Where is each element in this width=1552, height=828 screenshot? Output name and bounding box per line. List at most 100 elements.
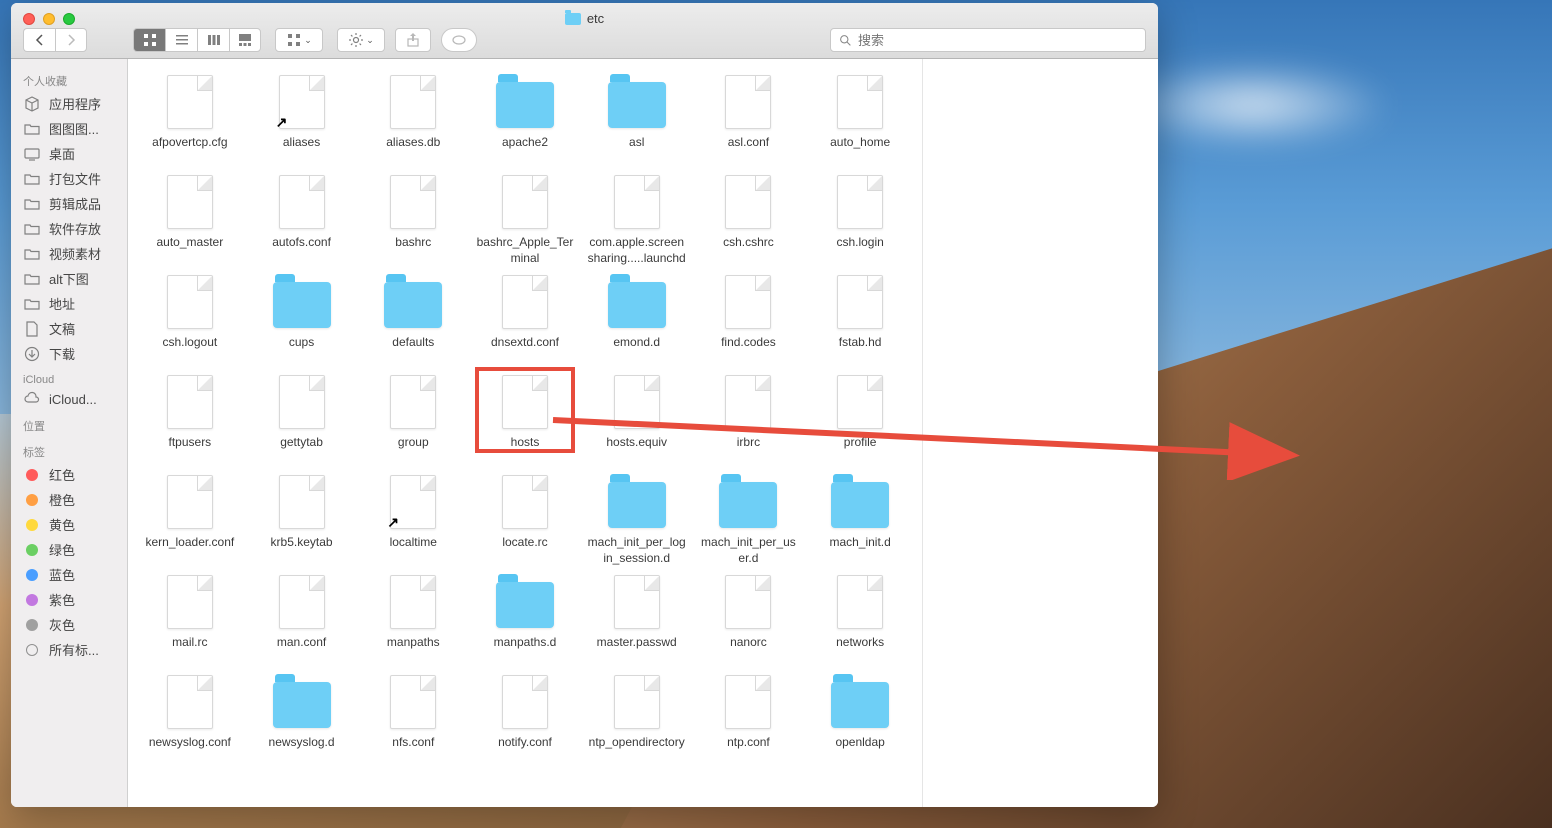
file-item[interactable]: gettytab [246,371,358,471]
sidebar-item[interactable]: 文稿 [11,316,127,341]
folder-icon [831,682,889,728]
share-button[interactable] [395,28,431,52]
gallery-view-button[interactable] [229,28,261,52]
file-item[interactable]: nanorc [693,571,805,671]
file-item[interactable]: kern_loader.conf [134,471,246,571]
sidebar-item[interactable]: iCloud... [11,388,127,410]
file-item[interactable]: ↗aliases [246,71,358,171]
tag-dot-icon [23,467,41,483]
file-label: locate.rc [502,535,547,567]
file-item[interactable]: bashrc [357,171,469,271]
search-input[interactable] [858,33,1137,48]
document-icon [390,75,436,129]
sidebar-item[interactable]: 软件存放 [11,216,127,241]
file-item[interactable]: man.conf [246,571,358,671]
document-icon [502,175,548,229]
file-item[interactable]: cups [246,271,358,371]
column-view-button[interactable] [197,28,229,52]
file-item[interactable]: newsyslog.d [246,671,358,771]
file-item[interactable]: defaults [357,271,469,371]
forward-button[interactable] [55,28,87,52]
file-item[interactable]: hosts [469,371,581,471]
tags-button[interactable] [441,28,477,52]
file-item[interactable]: mach_init.d [804,471,916,571]
sidebar-tag[interactable]: 灰色 [11,612,127,637]
arrange-button[interactable]: ⌄ [275,28,323,52]
file-item[interactable]: profile [804,371,916,471]
sidebar-item[interactable]: 打包文件 [11,166,127,191]
file-item[interactable]: notify.conf [469,671,581,771]
file-item[interactable]: locate.rc [469,471,581,571]
sidebar-tag[interactable]: 橙色 [11,487,127,512]
list-view-button[interactable] [165,28,197,52]
file-label: mach_init.d [829,535,890,567]
file-item[interactable]: dnsextd.conf [469,271,581,371]
tag-dot-icon [23,517,41,533]
file-label: bashrc_Apple_Terminal [475,235,575,267]
sidebar-tag[interactable]: 蓝色 [11,562,127,587]
file-item[interactable]: networks [804,571,916,671]
file-item[interactable]: aliases.db [357,71,469,171]
file-item[interactable]: afpovertcp.cfg [134,71,246,171]
file-item[interactable]: asl [581,71,693,171]
tag-dot-icon [23,567,41,583]
document-icon [837,575,883,629]
preview-pane [922,59,1158,807]
sidebar-item[interactable]: 下载 [11,341,127,366]
file-item[interactable]: manpaths.d [469,571,581,671]
sidebar-item[interactable]: 桌面 [11,141,127,166]
file-item[interactable]: apache2 [469,71,581,171]
sidebar-item-label: 应用程序 [49,94,101,113]
file-item[interactable]: find.codes [693,271,805,371]
document-icon [837,375,883,429]
sidebar-item[interactable]: 剪辑成品 [11,191,127,216]
sidebar-item[interactable]: 应用程序 [11,91,127,116]
file-item[interactable]: master.passwd [581,571,693,671]
file-item[interactable]: manpaths [357,571,469,671]
file-item[interactable]: mail.rc [134,571,246,671]
file-item[interactable]: com.apple.screensharing.....launchd [581,171,693,271]
file-item[interactable]: auto_master [134,171,246,271]
sidebar-item[interactable]: alt下图 [11,266,127,291]
sidebar-tag[interactable]: 绿色 [11,537,127,562]
search-box[interactable] [830,28,1146,52]
file-item[interactable]: ntp_opendirectory [581,671,693,771]
sidebar-tag[interactable]: 红色 [11,462,127,487]
file-item[interactable]: mach_init_per_user.d [693,471,805,571]
title-text: etc [587,11,604,26]
file-item[interactable]: asl.conf [693,71,805,171]
sidebar-tag[interactable]: 黄色 [11,512,127,537]
sidebar-all-tags[interactable]: 所有标... [11,637,127,662]
file-item[interactable]: irbrc [693,371,805,471]
file-item[interactable]: bashrc_Apple_Terminal [469,171,581,271]
file-item[interactable]: fstab.hd [804,271,916,371]
file-item[interactable]: ntp.conf [693,671,805,771]
file-label: notify.conf [498,735,552,767]
file-label: defaults [392,335,434,367]
file-label: com.apple.screensharing.....launchd [587,235,687,267]
file-item[interactable]: auto_home [804,71,916,171]
file-item[interactable]: newsyslog.conf [134,671,246,771]
file-item[interactable]: hosts.equiv [581,371,693,471]
sidebar-item[interactable]: 视频素材 [11,241,127,266]
icon-view-button[interactable] [133,28,165,52]
sidebar-item[interactable]: 地址 [11,291,127,316]
folder-icon [719,482,777,528]
file-item[interactable]: ftpusers [134,371,246,471]
file-item[interactable]: openldap [804,671,916,771]
file-item[interactable]: csh.login [804,171,916,271]
file-item[interactable]: csh.cshrc [693,171,805,271]
action-button[interactable]: ⌄ [337,28,385,52]
content-area[interactable]: afpovertcp.cfg↗aliasesaliases.dbapache2a… [128,59,922,807]
file-item[interactable]: ↗localtime [357,471,469,571]
sidebar-item[interactable]: 图图图... [11,116,127,141]
file-item[interactable]: csh.logout [134,271,246,371]
file-item[interactable]: group [357,371,469,471]
file-item[interactable]: mach_init_per_login_session.d [581,471,693,571]
file-item[interactable]: krb5.keytab [246,471,358,571]
back-button[interactable] [23,28,55,52]
file-item[interactable]: emond.d [581,271,693,371]
sidebar-tag[interactable]: 紫色 [11,587,127,612]
file-item[interactable]: nfs.conf [357,671,469,771]
file-item[interactable]: autofs.conf [246,171,358,271]
